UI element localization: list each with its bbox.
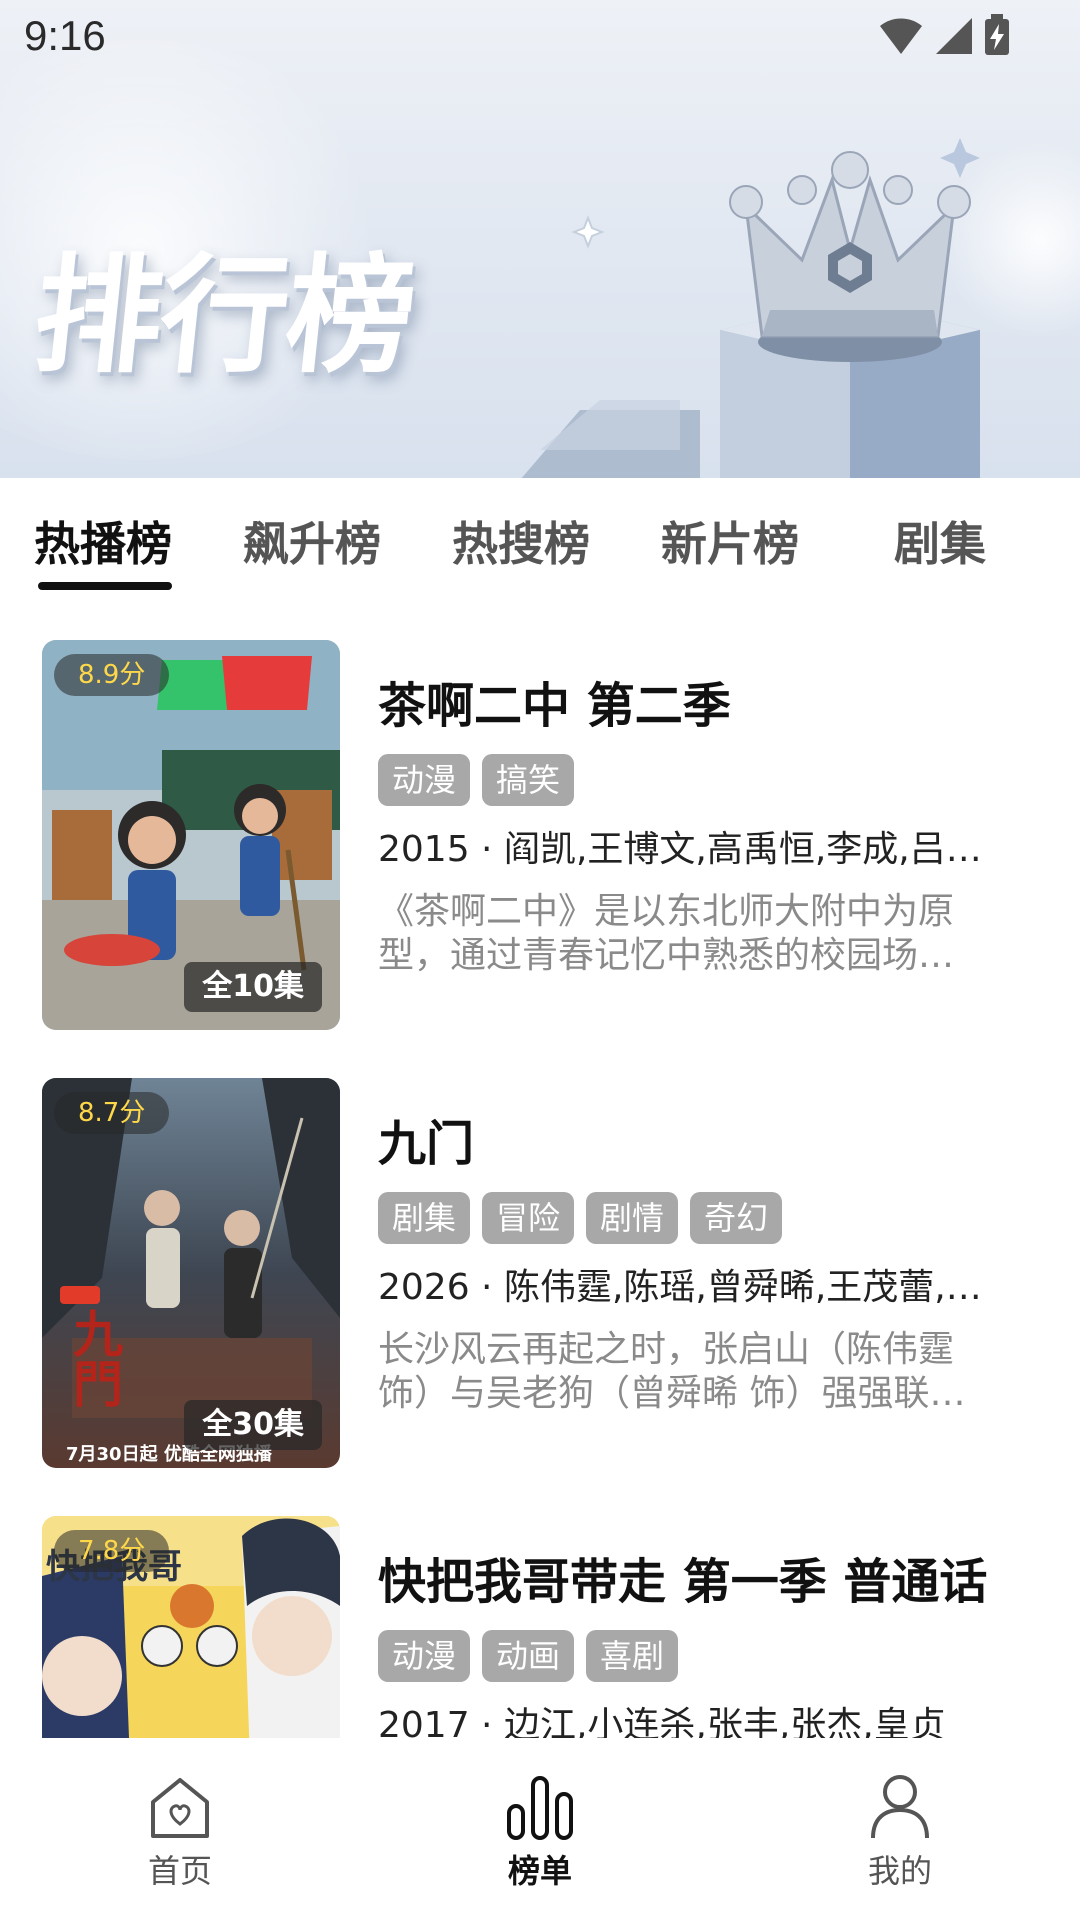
item-info: 茶啊二中 第二季 动漫 搞笑 2015 · 阎凯,王博文,高禹恒,李成,吕… 《…: [378, 676, 1018, 978]
genre-tag: 动漫: [378, 754, 471, 806]
poster-image[interactable]: 九門 7月30日起 优酷全网独播 8.7分 全30集: [42, 1078, 340, 1468]
tab-rising[interactable]: 飙升榜: [243, 508, 381, 574]
list-item[interactable]: 九門 7月30日起 优酷全网独播 8.7分 全30集 九门 剧集 冒险 剧情 奇…: [0, 1028, 1080, 1468]
nav-label: 榜单: [507, 1852, 572, 1890]
genre-tag: 喜剧: [586, 1630, 679, 1682]
item-meta: 2015 · 阎凯,王博文,高禹恒,李成,吕…: [378, 829, 982, 870]
item-meta: 2017 · 边江,小连杀,张丰,张杰,皇贞: [378, 1705, 946, 1738]
tab-hot-search[interactable]: 热搜榜: [452, 508, 590, 574]
item-title[interactable]: 快把我哥带走 第一季 普通话: [378, 1552, 1018, 1612]
tag-list: 剧集 冒险 剧情 奇幻: [378, 1192, 1018, 1244]
poster-image[interactable]: 快把我哥 7.8分: [42, 1516, 340, 1738]
score-badge: 8.9分: [54, 654, 170, 696]
genre-tag: 冒险: [482, 1192, 575, 1244]
nav-profile[interactable]: 我的: [800, 1772, 1000, 1892]
nav-home[interactable]: 首页: [80, 1772, 280, 1892]
poster-image[interactable]: 8.9分 全10集: [42, 640, 340, 1030]
item-description: 长沙风云再起之时，张启山（陈伟霆 饰）与吴老狗（曾舜晞 饰）强强联…: [378, 1329, 966, 1414]
list-item[interactable]: 8.9分 全10集 茶啊二中 第二季 动漫 搞笑 2015 · 阎凯,王博文,高…: [0, 590, 1080, 1030]
item-description: 《茶啊二中》是以东北师大附中为原型，通过青春记忆中熟悉的校园场…: [378, 891, 955, 976]
poster-title-art: 九門: [65, 1308, 124, 1408]
genre-tag: 搞笑: [482, 754, 575, 806]
chart-bars-icon: [507, 1776, 573, 1840]
nav-label: 我的: [867, 1852, 932, 1890]
banner-title: 排行榜: [26, 242, 421, 391]
crown-illustration: [521, 138, 980, 478]
tab-hot-play[interactable]: 热播榜: [34, 508, 172, 574]
ranking-banner: 排行榜 9:16: [0, 0, 1080, 478]
nav-rankings[interactable]: 榜单: [440, 1772, 640, 1892]
score-badge: 8.7分: [54, 1092, 170, 1134]
tab-series[interactable]: 剧集: [894, 508, 986, 574]
bottom-navigation: 首页 榜单 我的: [0, 1738, 1080, 1920]
list-item[interactable]: 快把我哥 7.8分 快把我哥带走 第一季 普通话 动漫 动画 喜剧 2017 ·…: [0, 1466, 1080, 1738]
episode-count-badge: 全30集: [184, 1400, 322, 1450]
genre-tag: 剧集: [378, 1192, 471, 1244]
episode-count-badge: 全10集: [184, 962, 322, 1012]
item-title[interactable]: 茶啊二中 第二季: [378, 676, 1018, 736]
item-info: 快把我哥带走 第一季 普通话 动漫 动画 喜剧 2017 · 边江,小连杀,张丰…: [378, 1552, 1018, 1738]
tab-new-release[interactable]: 新片榜: [661, 508, 799, 574]
item-title[interactable]: 九门: [378, 1114, 1018, 1174]
genre-tag: 奇幻: [690, 1192, 783, 1244]
genre-tag: 动画: [482, 1630, 575, 1682]
cell-signal-icon: [936, 18, 972, 54]
status-icons: [878, 14, 1010, 56]
ranking-list: 8.9分 全10集 茶啊二中 第二季 动漫 搞笑 2015 · 阎凯,王博文,高…: [0, 590, 1080, 1738]
genre-tag: 动漫: [378, 1630, 471, 1682]
score-badge: 7.8分: [54, 1530, 170, 1572]
nav-label: 首页: [147, 1852, 212, 1890]
item-info: 九门 剧集 冒险 剧情 奇幻 2026 · 陈伟霆,陈瑶,曾舜晞,王茂蕾,… 长…: [378, 1114, 1018, 1416]
tab-indicator: [38, 582, 172, 590]
person-icon: [871, 1775, 929, 1839]
ranking-tabs: 热播榜 飙升榜 热搜榜 新片榜 剧集: [0, 478, 1080, 590]
home-heart-icon: [151, 1778, 209, 1838]
status-bar: 9:16: [0, 0, 1080, 72]
item-meta: 2026 · 陈伟霆,陈瑶,曾舜晞,王茂蕾,…: [378, 1267, 982, 1308]
battery-charging-icon: [985, 14, 1009, 55]
wifi-icon: [880, 18, 922, 54]
tag-list: 动漫 动画 喜剧: [378, 1630, 1018, 1682]
tag-list: 动漫 搞笑: [378, 754, 1018, 806]
genre-tag: 剧情: [586, 1192, 679, 1244]
status-time: 9:16: [24, 12, 106, 59]
